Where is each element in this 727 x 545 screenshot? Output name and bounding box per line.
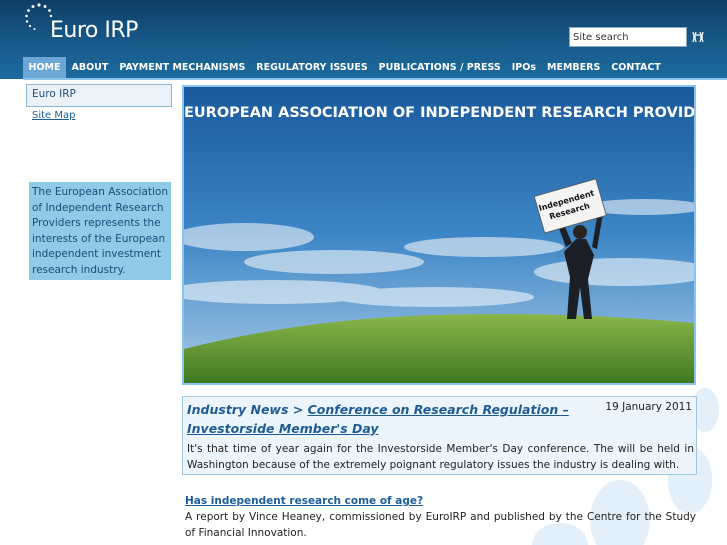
about-panel: The European Association of Independent … (29, 182, 171, 280)
logo[interactable]: Euro IRP (20, 2, 160, 46)
news-date: 19 January 2011 (605, 401, 692, 413)
banner-title: EUROPEAN ASSOCIATION OF INDEPENDENT RESE… (184, 105, 696, 121)
logo-text: Euro IRP (50, 18, 138, 43)
nav-divider (23, 78, 727, 80)
search-button[interactable] (690, 31, 706, 45)
news-prefix: Industry News > (187, 402, 304, 417)
sitemap-link[interactable]: Site Map (32, 110, 75, 121)
hero-image (184, 87, 694, 383)
nav-about[interactable]: ABOUT (66, 57, 114, 78)
sidebar-home-label: Euro IRP (32, 88, 76, 100)
nav-ipos[interactable]: IPOs (506, 57, 541, 78)
nav-payment-mechanisms[interactable]: PAYMENT MECHANISMS (114, 57, 251, 78)
nav-publications-press[interactable]: PUBLICATIONS / PRESS (373, 57, 506, 78)
search-icon (692, 31, 704, 43)
article-title-link[interactable]: Has independent research come of age? (185, 495, 423, 507)
site-search-input[interactable] (569, 27, 687, 47)
nav-regulatory-issues[interactable]: REGULATORY ISSUES (251, 57, 373, 78)
news-box: Industry News > Conference on Research R… (182, 396, 697, 475)
sidebar-home-link[interactable]: Euro IRP (26, 84, 172, 107)
main-nav: HOME ABOUT PAYMENT MECHANISMS REGULATORY… (23, 57, 666, 78)
article-body: A report by Vince Heaney, commissioned b… (185, 511, 696, 539)
hero-banner: EUROPEAN ASSOCIATION OF INDEPENDENT RESE… (182, 85, 696, 385)
nav-contact[interactable]: CONTACT (606, 57, 667, 78)
about-text: The European Association of Independent … (32, 186, 169, 276)
nav-home[interactable]: HOME (23, 57, 66, 78)
news-body: It's that time of year again for the Inv… (187, 443, 694, 471)
news-heading: Industry News > Conference on Research R… (187, 400, 592, 438)
site-header: Euro IRP HOME ABOUT PAYMENT MECHANISMS R… (0, 0, 727, 79)
nav-members[interactable]: MEMBERS (542, 57, 606, 78)
